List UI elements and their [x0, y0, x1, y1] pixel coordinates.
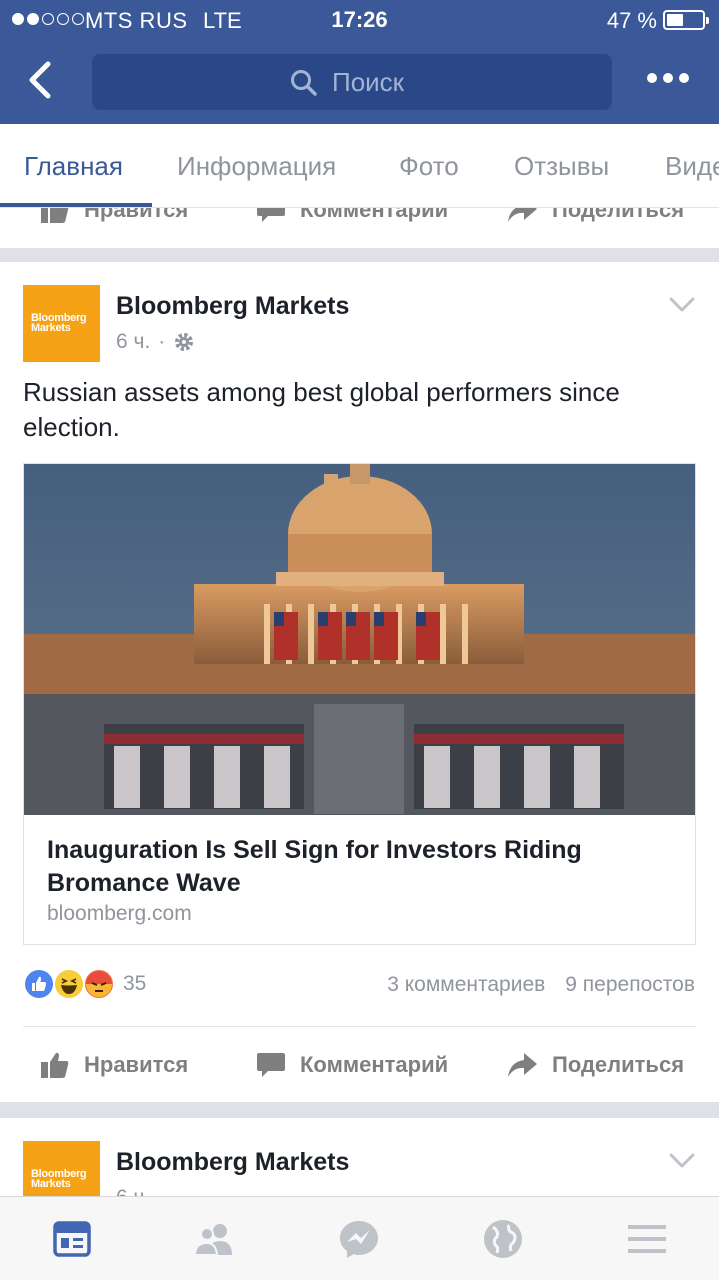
battery-icon	[663, 10, 709, 30]
post-text: Russian assets among best global perform…	[23, 377, 620, 442]
thumbs-up-icon	[41, 1052, 69, 1078]
link-image-capitol	[24, 464, 695, 815]
thumbs-up-icon	[41, 208, 69, 223]
link-title: Inauguration Is Sell Sign for Investors …	[47, 836, 582, 897]
search-placeholder: Поиск	[332, 67, 405, 97]
comments-count[interactable]: 3 комментариев	[387, 973, 545, 997]
menu-icon[interactable]	[625, 1217, 669, 1261]
more-options-button[interactable]	[647, 73, 689, 83]
comment-button[interactable]: Комментарий	[256, 1050, 448, 1080]
share-icon	[508, 1053, 537, 1077]
post-actions: Нравится Комментарий Поделиться	[0, 1032, 719, 1102]
reaction-summary[interactable]: 35	[23, 968, 146, 1000]
tab-photos[interactable]: Фото	[399, 151, 459, 182]
like-label: Нравится	[84, 1052, 189, 1077]
meta-separator: ·	[158, 330, 166, 353]
prev-share-button[interactable]: Поделиться	[506, 208, 684, 224]
tab-videos[interactable]: Видео	[665, 151, 719, 182]
messenger-icon[interactable]	[337, 1217, 381, 1261]
globe-icon[interactable]	[481, 1217, 525, 1261]
divider	[23, 1026, 696, 1027]
prev-share-label: Поделиться	[552, 208, 685, 222]
next-avatar[interactable]: Bloomberg Markets	[23, 1141, 100, 1196]
chevron-down-icon[interactable]	[669, 297, 695, 313]
post-meta: 6 ч. ·	[116, 330, 195, 354]
news-feed-icon[interactable]	[50, 1217, 94, 1261]
top-bar: MTS RUS LTE 17:26 47 % Поиск	[0, 0, 719, 124]
haha-reaction-icon	[53, 968, 85, 1000]
reaction-count: 35	[123, 972, 147, 995]
bottom-nav	[0, 1196, 719, 1280]
like-button[interactable]: Нравится	[40, 1050, 188, 1080]
prev-like-label: Нравится	[84, 208, 189, 222]
share-label: Поделиться	[552, 1052, 685, 1077]
engagement-counts: 3 комментариев 9 перепостов	[387, 973, 695, 997]
comment-icon	[257, 1053, 285, 1077]
search-input[interactable]: Поиск	[92, 54, 612, 110]
friends-icon[interactable]	[192, 1217, 236, 1261]
tab-reviews[interactable]: Отзывы	[514, 151, 609, 182]
like-reaction-icon	[23, 968, 55, 1000]
link-domain: bloomberg.com	[47, 902, 192, 925]
gear-icon	[175, 333, 194, 351]
share-button[interactable]: Поделиться	[506, 1050, 684, 1080]
bloomberg-logo: Bloomberg Markets	[31, 312, 87, 334]
link-preview[interactable]: Inauguration Is Sell Sign for Investors …	[23, 463, 696, 945]
post-time: 6 ч.	[116, 330, 151, 353]
comment-label: Комментарий	[300, 1052, 449, 1077]
capitol-photo	[24, 464, 695, 815]
page-tabs: Главная Информация Фото Отзывы Видео	[0, 124, 719, 208]
next-post-meta: 6 ч.	[116, 1186, 150, 1196]
status-bar: MTS RUS LTE 17:26 47 %	[0, 0, 719, 40]
prev-like-button[interactable]: Нравится	[40, 208, 188, 224]
comment-icon	[257, 208, 285, 222]
tab-info[interactable]: Информация	[177, 151, 336, 182]
next-post-time: 6 ч.	[116, 1186, 150, 1196]
bloomberg-logo: Bloomberg Markets	[31, 1168, 87, 1190]
post-author[interactable]: Bloomberg Markets	[116, 292, 349, 321]
avatar[interactable]: Bloomberg Markets	[23, 285, 100, 362]
prev-comment-label: Комментарий	[300, 208, 449, 222]
prev-comment-button[interactable]: Комментарий	[256, 208, 448, 224]
next-post-author[interactable]: Bloomberg Markets	[116, 1148, 349, 1177]
back-arrow-icon	[29, 61, 51, 99]
search-icon	[291, 70, 317, 96]
chevron-down-icon[interactable]	[669, 1153, 695, 1169]
active-tab-indicator	[0, 203, 152, 207]
tab-home[interactable]: Главная	[24, 151, 123, 182]
back-button[interactable]	[24, 58, 64, 102]
share-icon	[508, 208, 537, 222]
angry-reaction-icon	[83, 968, 115, 1000]
battery-percent: 47 %	[606, 8, 657, 33]
previous-post-actions: Нравится Комментарий Поделиться	[0, 208, 719, 248]
shares-count[interactable]: 9 перепостов	[565, 973, 695, 997]
post-card: Bloomberg Markets Bloomberg Markets 6 ч. …	[0, 262, 719, 1102]
next-post-card: BloombergMarkets Bloomberg Markets 6 ч.	[0, 1118, 719, 1196]
